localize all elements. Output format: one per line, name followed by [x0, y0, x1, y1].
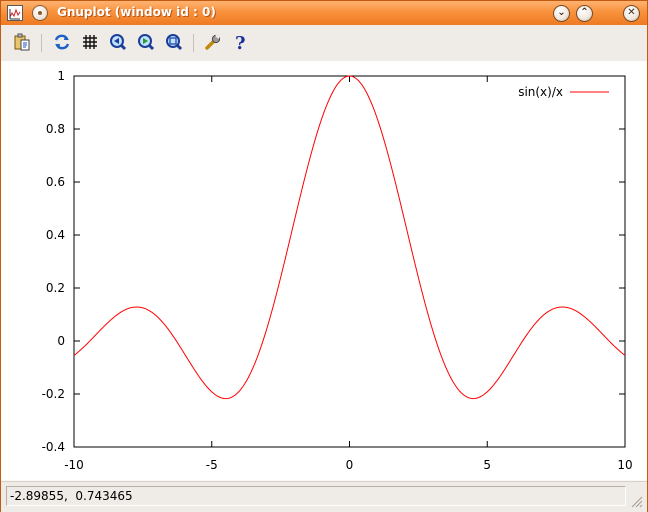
toolbar: ? [1, 25, 647, 62]
y-tick-label: 0.8 [46, 122, 65, 136]
sinc-chart[interactable]: -10 -5 0 5 10 -0.4 -0.2 0 0.2 0.4 0.6 0.8 1 sin(x)/x [1, 61, 647, 480]
gnuplot-app-icon[interactable] [7, 5, 23, 21]
series-points [74, 76, 625, 399]
chevron-up-icon: ⌃ [580, 7, 589, 18]
minimize-button[interactable]: ⌄ [553, 5, 570, 22]
toggle-grid-icon[interactable] [81, 33, 99, 51]
close-icon: ✕ [627, 7, 636, 18]
y-tick-label: -0.2 [42, 387, 65, 401]
window-menu-icon[interactable] [32, 5, 48, 21]
plot-border [73, 75, 626, 448]
chevron-down-icon: ⌄ [557, 7, 566, 18]
series-line-sinx-over-x [73, 75, 626, 400]
window-title: Gnuplot (window id : 0) [57, 5, 216, 19]
copy-to-clipboard-icon[interactable] [13, 33, 31, 51]
legend: sin(x)/x [518, 85, 609, 99]
maximize-button[interactable]: ⌃ [576, 5, 593, 22]
toolbar-separator [193, 34, 194, 52]
status-bar: -2.89855, 0.743465 [1, 481, 647, 512]
x-tick-label: 10 [617, 458, 632, 472]
previous-zoom-icon[interactable] [109, 33, 127, 51]
next-zoom-icon[interactable] [137, 33, 155, 51]
toolbar-separator [41, 34, 42, 52]
gnuplot-window: Gnuplot (window id : 0) ⌄ ⌃ ✕ ? -10 -5 0… [0, 0, 648, 512]
y-tick-label: 0.6 [46, 175, 65, 189]
close-button[interactable]: ✕ [623, 5, 640, 22]
x-tick-label: -5 [206, 458, 218, 472]
y-tick-label: 0 [57, 334, 65, 348]
y-tick-label: 0.4 [46, 228, 65, 242]
plot-area[interactable]: -10 -5 0 5 10 -0.4 -0.2 0 0.2 0.4 0.6 0.8 1 sin(x)/x [1, 61, 647, 480]
resize-grip-icon[interactable] [629, 494, 643, 508]
mouse-coordinates: -2.89855, 0.743465 [6, 486, 626, 506]
x-tick-label: 0 [346, 458, 354, 472]
y-tick-label: 0.2 [46, 281, 65, 295]
x-tick-label: 5 [483, 458, 491, 472]
title-bar[interactable]: Gnuplot (window id : 0) ⌄ ⌃ ✕ [1, 1, 647, 25]
options-wrench-icon[interactable] [204, 33, 222, 51]
y-tick-label: -0.4 [42, 440, 65, 454]
x-tick-label: -10 [64, 458, 84, 472]
autoscale-icon[interactable] [165, 33, 183, 51]
svg-text:?: ? [235, 33, 246, 51]
help-icon[interactable]: ? [232, 33, 250, 54]
replot-icon[interactable] [53, 33, 71, 51]
legend-label: sin(x)/x [518, 85, 563, 99]
y-tick-label: 1 [57, 69, 65, 83]
